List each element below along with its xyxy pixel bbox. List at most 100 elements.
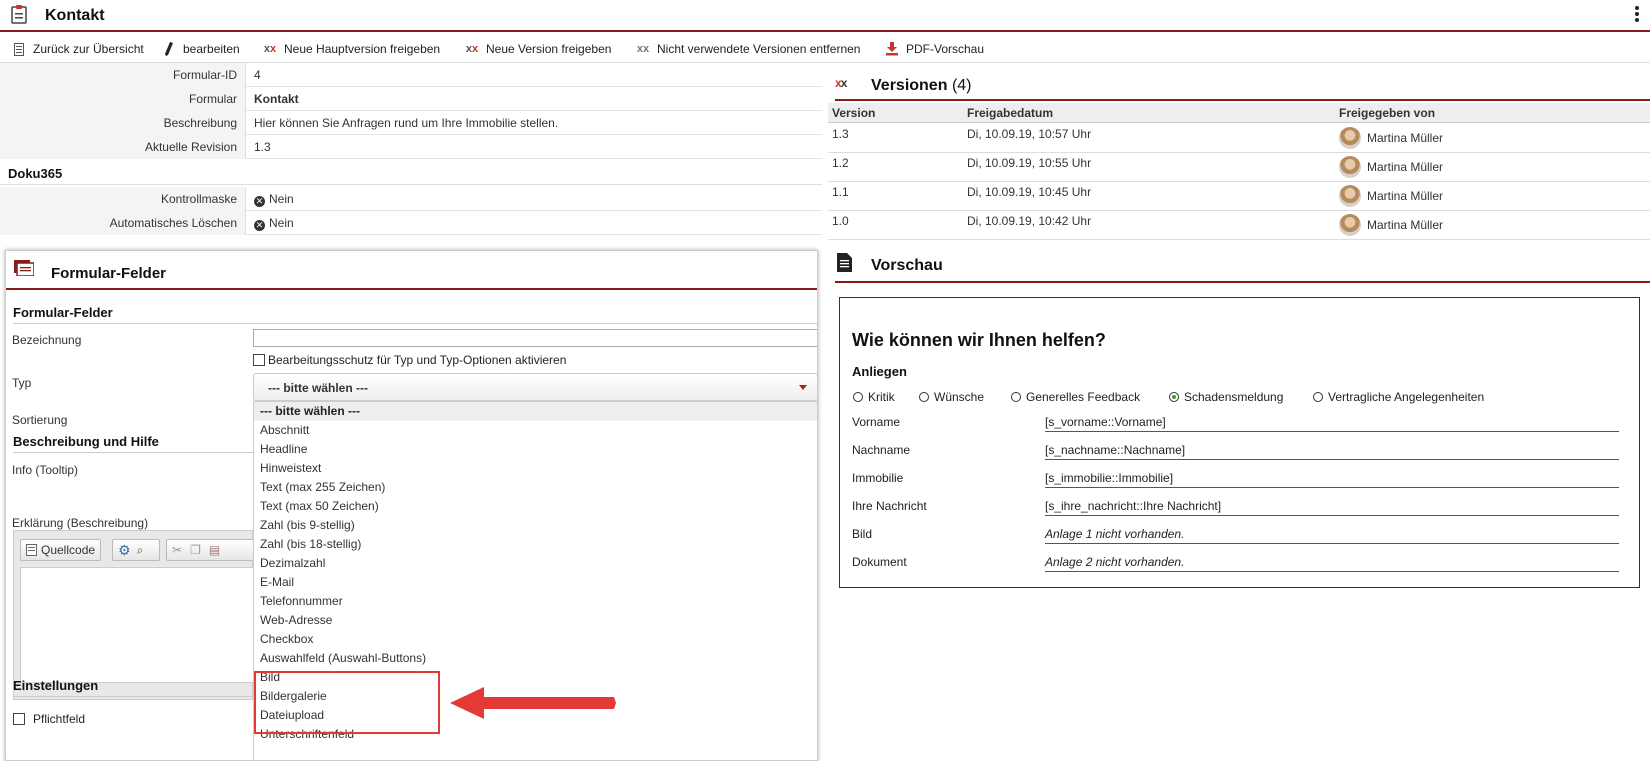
pflichtfeld-checkbox[interactable] [13,713,25,725]
gear-icon: ⚙ [118,541,131,558]
panel-title: Formular-Felder [51,265,167,282]
info-label: Automatisches Löschen [0,211,246,235]
info-label: Formular [0,87,246,111]
info-row-formular: Formular Kontakt [0,87,822,111]
document-icon [837,253,852,272]
dropdown-option[interactable]: Dezimalzahl [254,554,817,573]
dropdown-option[interactable]: Checkbox [254,630,817,649]
radio-kritik[interactable]: Kritik [853,390,895,404]
preview-field: Dokument Anlage 2 nicht vorhanden. [852,549,1629,575]
table-row[interactable]: 1.2 Di, 10.09.19, 10:55 Uhr Martina Müll… [828,153,1650,182]
info-row-beschreibung: Beschreibung Hier können Sie Anfragen ru… [0,111,822,135]
preview-title: Vorschau [871,257,943,274]
dropdown-option[interactable]: Zahl (bis 18-stellig) [254,535,817,554]
divider [13,452,253,453]
info-label: Kontrollmaske [0,187,246,211]
avatar [1339,214,1361,236]
column-header: Freigegeben von [1339,106,1436,120]
erklaerung-label: Erklärung (Beschreibung) [12,516,149,530]
versions-title: Versionen (4) [871,77,972,94]
nein-icon: ✕ [254,196,265,207]
editor-tools-button[interactable]: ⚙ ⌕ [112,539,160,561]
source-button[interactable]: Quellcode [20,539,102,561]
dropdown-option[interactable]: Web-Adresse [254,611,817,630]
search-icon: ⌕ [136,542,144,557]
rich-text-editor: Quellcode ⚙ ⌕ ✂ ❐ ▤ [13,530,254,700]
sortierung-label: Sortierung [12,413,68,427]
info-label: Aktuelle Revision [0,135,246,159]
table-row[interactable]: 1.1 Di, 10.09.19, 10:45 Uhr Martina Müll… [828,182,1650,211]
radio-wuensche[interactable]: Wünsche [919,390,984,404]
dropdown-option[interactable]: Abschnitt [254,421,817,440]
typ-select[interactable]: --- bitte wählen --- [253,373,817,401]
edit-button[interactable]: bearbeiten [161,40,240,58]
toolbar: Zurück zur Übersicht bearbeiten xx Neue … [0,34,1650,63]
dropdown-option[interactable]: E-Mail [254,573,817,592]
avatar [1339,156,1361,178]
dropdown-option[interactable]: Auswahlfeld (Auswahl-Buttons) [254,649,817,668]
form-icon [14,260,34,276]
page-header: Kontakt [0,0,1650,32]
column-header: Version [832,106,876,120]
versions-header: xx Versionen (4) [835,70,1650,101]
pflichtfeld-checkbox-row[interactable]: Pflichtfeld [13,712,85,726]
editor-toolbar: Quellcode ⚙ ⌕ ✂ ❐ ▤ [20,537,254,565]
form-fields-header: Formular-Felder [6,251,817,290]
section-title: Beschreibung und Hilfe [13,434,159,449]
dropdown-option[interactable]: Hinweistext [254,459,817,478]
dropdown-option[interactable]: Text (max 255 Zeichen) [254,478,817,497]
bezeichnung-input[interactable] [253,329,817,347]
back-button[interactable]: Zurück zur Übersicht [11,40,144,58]
info-row-revision: Aktuelle Revision 1.3 [0,135,822,159]
dropdown-option[interactable]: --- bitte wählen --- [254,402,817,421]
preview-group-label: Anliegen [852,364,907,379]
table-row[interactable]: 1.0 Di, 10.09.19, 10:42 Uhr Martina Müll… [828,211,1650,240]
form-preview: Wie können wir Ihnen helfen? Anliegen Kr… [839,297,1640,588]
info-row-kontrollmaske: Kontrollmaske ✕ Nein [0,187,822,211]
editor-area[interactable] [20,567,254,683]
annotation-highlight-box [254,671,440,734]
avatar [1339,127,1361,149]
pencil-icon [161,42,177,56]
info-label: Formular-ID [0,63,246,87]
table-header: Version Freigabedatum Freigegeben von [828,103,1650,123]
info-row-formular-id: Formular-ID 4 [0,63,822,87]
section-title: Formular-Felder [13,305,113,320]
paste-icon: ▤ [208,543,221,557]
release-icon: xx [636,43,650,55]
protect-checkbox[interactable] [253,354,265,366]
table-row[interactable]: 1.3 Di, 10.09.19, 10:57 Uhr Martina Müll… [828,124,1650,153]
release-icon: xx [465,43,479,55]
preview-question: Wie können wir Ihnen helfen? [852,330,1106,350]
info-value: Kontakt [254,92,299,106]
preview-field: Bild Anlage 1 nicht vorhanden. [852,521,1629,547]
radio-schadensmeldung[interactable]: Schadensmeldung [1169,390,1283,404]
info-value: 1.3 [254,140,271,154]
preview-field: Ihre Nachricht [s_ihre_nachricht::Ihre N… [852,493,1629,519]
divider [0,184,822,185]
section-title: Einstellungen [13,678,99,693]
remove-unused-button[interactable]: xx Nicht verwendete Versionen entfernen [635,40,861,58]
divider [13,323,817,324]
dropdown-option[interactable]: Zahl (bis 9-stellig) [254,516,817,535]
page-title: Kontakt [45,7,105,24]
pdf-preview-button[interactable]: PDF-Vorschau [884,40,984,58]
dropdown-option[interactable]: Headline [254,440,817,459]
preview-field: Immobilie [s_immobilie::Immobilie] [852,465,1629,491]
typ-label: Typ [12,376,32,390]
pdf-icon [884,42,900,56]
kebab-menu-icon[interactable] [1634,6,1640,24]
doku-heading: Doku365 [8,166,63,181]
release-major-button[interactable]: xx Neue Hauptversion freigeben [262,40,440,58]
radio-vertraglich[interactable]: Vertragliche Angelegenheiten [1313,390,1484,404]
info-value: Hier können Sie Anfragen rund um Ihre Im… [254,116,559,130]
release-version-button[interactable]: xx Neue Version freigeben [464,40,612,58]
editor-clipboard-button[interactable]: ✂ ❐ ▤ [166,539,254,561]
dropdown-option[interactable]: Telefonnummer [254,592,817,611]
dropdown-option[interactable]: Text (max 50 Zeichen) [254,497,817,516]
info-value: ✕ Nein [254,216,294,231]
release-icon: xx [835,76,847,90]
radio-feedback[interactable]: Generelles Feedback [1011,390,1140,404]
info-row-auto-loeschen: Automatisches Löschen ✕ Nein [0,211,822,235]
protect-checkbox-row[interactable]: Bearbeitungsschutz für Typ und Typ-Optio… [253,353,566,367]
